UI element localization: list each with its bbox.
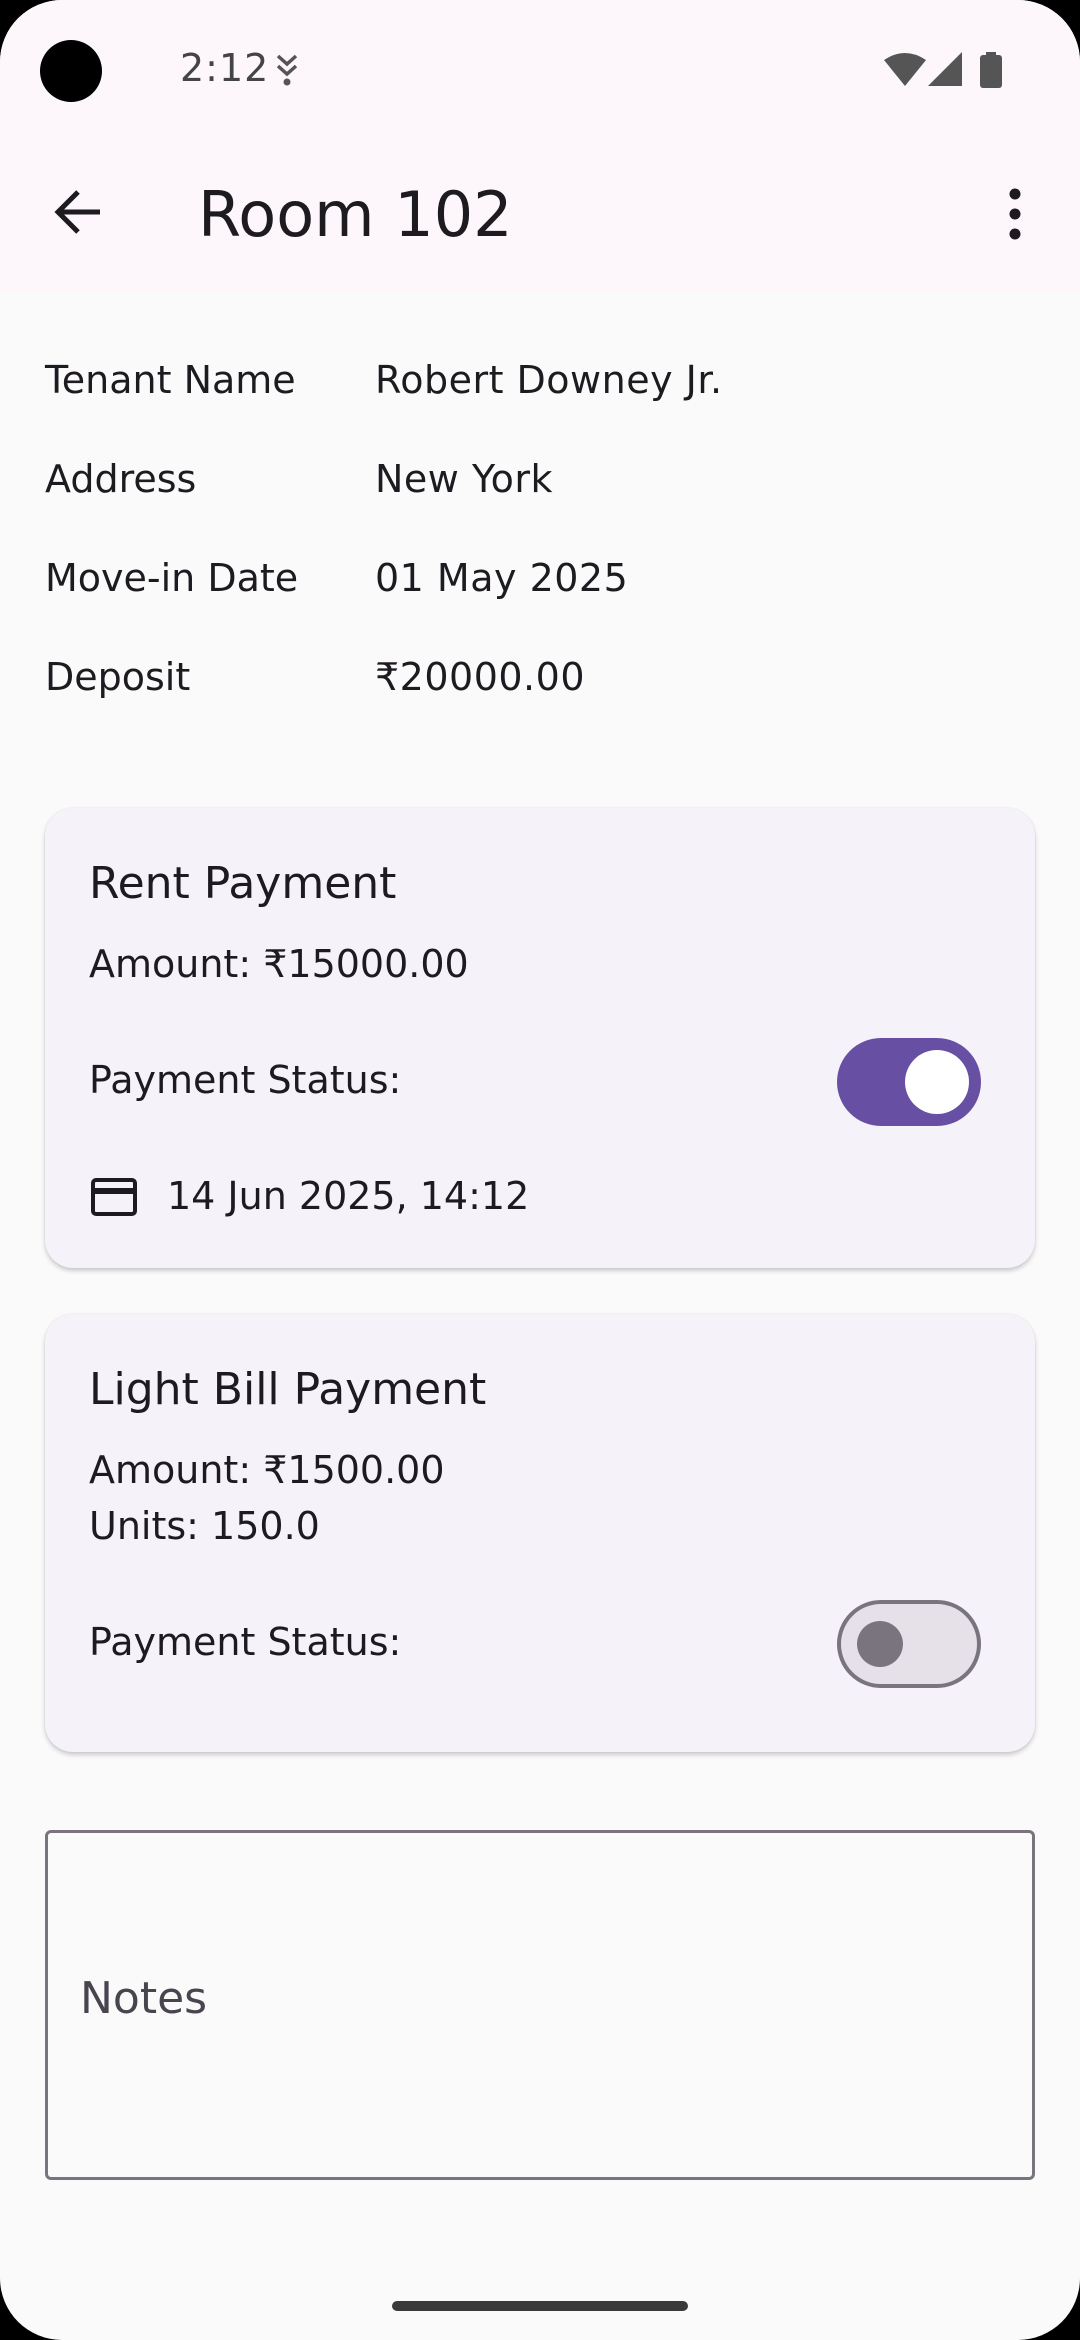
light-amount: Amount: ₹1500.00: [89, 1448, 445, 1492]
tenant-name-value: Robert Downey Jr.: [375, 358, 723, 402]
more-vert-icon[interactable]: [1000, 186, 1030, 242]
move-in-date-value: 01 May 2025: [375, 556, 629, 600]
screen: 2:12 Room 102 Tenant Name Robert Downey …: [0, 0, 1080, 2340]
wifi-icon: [884, 53, 926, 86]
address-label: Address: [45, 457, 197, 501]
light-card-title: Light Bill Payment: [89, 1364, 487, 1415]
rent-payment-status-switch[interactable]: [837, 1038, 981, 1126]
rent-card-title: Rent Payment: [89, 858, 397, 909]
tenant-name-label: Tenant Name: [45, 358, 296, 402]
light-bill-card: Light Bill Payment Amount: ₹1500.00 Unit…: [45, 1314, 1035, 1752]
move-in-date-label: Move-in Date: [45, 556, 299, 600]
notes-input[interactable]: Notes: [45, 1830, 1035, 2180]
rent-paid-timestamp: 14 Jun 2025, 14:12: [167, 1174, 530, 1218]
switch-thumb: [857, 1621, 903, 1667]
home-indicator[interactable]: [392, 2301, 688, 2311]
light-payment-status-switch[interactable]: [837, 1600, 981, 1688]
top-app-bar: 2:12 Room 102: [0, 0, 1080, 292]
rent-amount: Amount: ₹15000.00: [89, 942, 469, 986]
arrow-back-icon[interactable]: [48, 182, 108, 242]
download-icon: [276, 54, 298, 86]
deposit-label: Deposit: [45, 655, 191, 699]
status-time: 2:12: [180, 46, 270, 90]
address-value: New York: [375, 457, 554, 501]
light-payment-status-label: Payment Status:: [89, 1620, 402, 1664]
rent-payment-status-label: Payment Status:: [89, 1058, 402, 1102]
notes-label: Notes: [80, 1973, 208, 2024]
page-title: Room 102: [198, 178, 513, 251]
credit-card-icon: [91, 1178, 137, 1216]
camera-cutout: [40, 40, 102, 102]
switch-thumb: [905, 1050, 969, 1114]
battery-icon: [980, 52, 1002, 88]
rent-payment-card: Rent Payment Amount: ₹15000.00 Payment S…: [45, 808, 1035, 1268]
deposit-value: ₹20000.00: [375, 655, 585, 699]
signal-icon: [928, 52, 962, 86]
light-units: Units: 150.0: [89, 1504, 320, 1548]
